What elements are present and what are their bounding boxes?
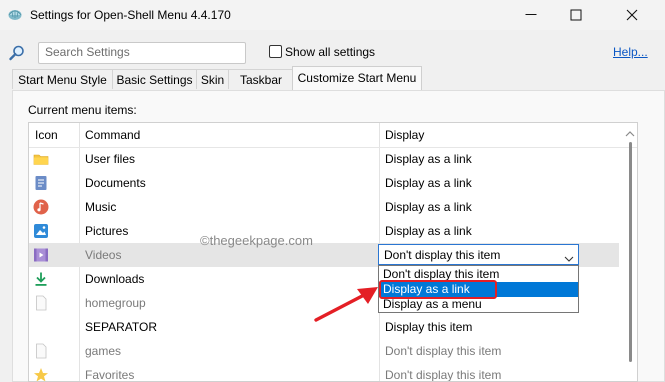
title-bar: Settings for Open-Shell Menu 4.4.170	[0, 0, 665, 30]
open-shell-shell-icon	[8, 7, 22, 21]
display-value: Display as a link	[385, 224, 472, 238]
minimize-button[interactable]	[508, 0, 554, 30]
tab-basic-settings[interactable]: Basic Settings	[112, 69, 197, 89]
dropdown-option-display-as-menu[interactable]: Display as a menu	[379, 297, 578, 312]
command-label: Favorites	[85, 368, 135, 382]
vertical-scrollbar[interactable]	[622, 122, 638, 382]
help-link[interactable]: Help...	[613, 45, 648, 59]
list-row-documents[interactable]: Documents Display as a link	[29, 171, 619, 195]
command-label: games	[85, 344, 122, 358]
show-all-settings-checkbox[interactable]: Show all settings	[269, 45, 375, 59]
command-label: Documents	[85, 176, 146, 190]
maximize-button[interactable]	[553, 0, 599, 30]
pictures-icon	[33, 223, 49, 239]
command-label: SEPARATOR	[85, 320, 158, 334]
watermark-text: ©thegeekpage.com	[200, 233, 313, 248]
search-settings-box[interactable]	[38, 42, 246, 64]
documents-icon	[33, 175, 49, 191]
annotation-arrow-icon	[310, 282, 386, 324]
current-menu-items-label: Current menu items:	[28, 103, 137, 117]
list-header: Icon Command Display	[29, 123, 637, 148]
combo-selected-value: Don't display this item	[384, 248, 501, 262]
checkbox-box[interactable]	[269, 45, 282, 58]
tab-skin[interactable]: Skin	[196, 69, 229, 89]
command-label: Pictures	[85, 224, 129, 238]
downloads-icon	[33, 271, 49, 287]
show-all-settings-label: Show all settings	[285, 45, 376, 59]
list-row-pictures[interactable]: Pictures Display as a link	[29, 219, 619, 243]
display-combo-box[interactable]: Don't display this item	[378, 244, 579, 265]
annotation-highlight-box	[379, 280, 497, 299]
search-input[interactable]	[39, 43, 241, 61]
chevron-down-icon[interactable]	[564, 251, 574, 265]
blank-page-icon	[33, 343, 49, 359]
column-header-display[interactable]: Display	[385, 128, 424, 142]
column-header-icon[interactable]: Icon	[35, 128, 58, 142]
command-label: homegroup	[85, 296, 146, 310]
display-value: Display as a link	[385, 152, 472, 166]
display-value: Display this item	[385, 320, 473, 334]
music-icon	[33, 199, 49, 215]
display-value: Display as a link	[385, 200, 472, 214]
tab-start-menu-style[interactable]: Start Menu Style	[12, 69, 113, 89]
command-label: Music	[85, 200, 117, 214]
star-icon	[33, 367, 49, 381]
folder-icon	[33, 151, 49, 167]
tab-customize-start-menu[interactable]: Customize Start Menu	[292, 66, 422, 90]
tab-taskbar[interactable]: Taskbar	[228, 69, 294, 89]
list-row-games[interactable]: games Don't display this item	[29, 339, 619, 363]
list-row-user-files[interactable]: User files Display as a link	[29, 147, 619, 171]
search-icon	[8, 44, 26, 62]
command-label: User files	[85, 152, 136, 166]
command-label: Videos	[85, 248, 122, 262]
videos-icon	[33, 247, 49, 263]
close-button[interactable]	[598, 0, 665, 30]
scroll-thumb[interactable]	[629, 142, 632, 362]
list-row-music[interactable]: Music Display as a link	[29, 195, 619, 219]
column-header-command[interactable]: Command	[85, 128, 140, 142]
window-title: Settings for Open-Shell Menu 4.4.170	[30, 8, 231, 22]
list-row-favorites[interactable]: Favorites Don't display this item	[29, 363, 619, 382]
command-label: Downloads	[85, 272, 145, 286]
display-value: Don't display this item	[385, 344, 502, 358]
scroll-up-arrow-icon[interactable]	[625, 126, 635, 140]
display-value: Display as a link	[385, 176, 472, 190]
display-value: Don't display this item	[385, 368, 502, 382]
blank-page-icon	[33, 295, 49, 311]
